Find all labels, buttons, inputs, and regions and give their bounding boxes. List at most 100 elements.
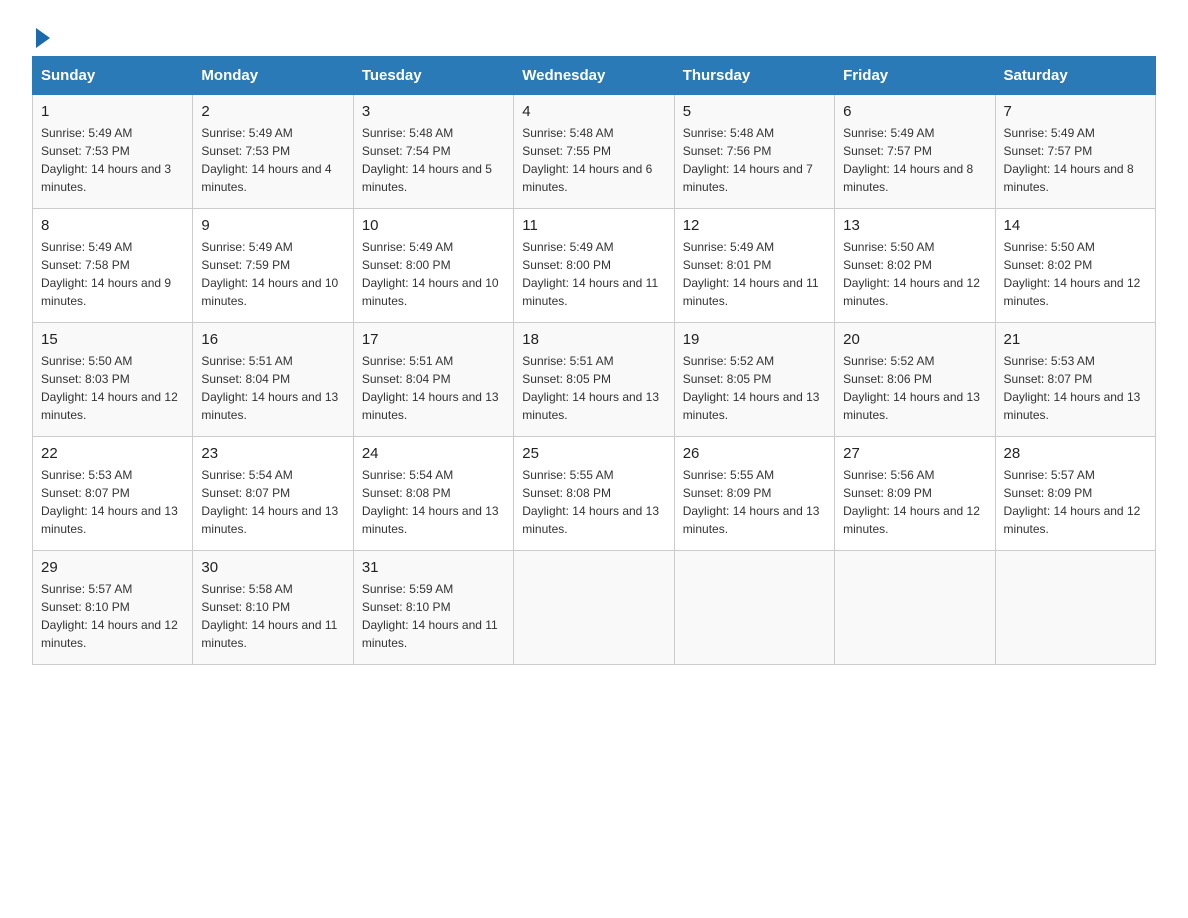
- day-number: 6: [843, 103, 986, 120]
- page-header: [32, 24, 1156, 44]
- calendar-cell: 21 Sunrise: 5:53 AMSunset: 8:07 PMDayligh…: [995, 323, 1155, 437]
- calendar-cell: 23Sunrise: 5:54 AMSunset: 8:07 PMDayligh…: [193, 437, 353, 551]
- week-row-2: 8 Sunrise: 5:49 AMSunset: 7:58 PMDaylight…: [33, 209, 1156, 323]
- day-info: Sunrise: 5:50 AMSunset: 8:02 PMDaylight:…: [1004, 238, 1147, 310]
- day-number: 19: [683, 331, 826, 348]
- day-info: Sunrise: 5:49 AMSunset: 7:58 PMDaylight:…: [41, 238, 184, 310]
- week-row-4: 22 Sunrise: 5:53 AMSunset: 8:07 PMDayligh…: [33, 437, 1156, 551]
- calendar-cell: 25 Sunrise: 5:55 AMSunset: 8:08 PMDayligh…: [514, 437, 674, 551]
- week-row-3: 15 Sunrise: 5:50 AMSunset: 8:03 PMDayligh…: [33, 323, 1156, 437]
- day-info: Sunrise: 5:55 AMSunset: 8:08 PMDaylight:…: [522, 466, 665, 538]
- day-info: Sunrise: 5:49 AMSunset: 7:57 PMDaylight:…: [843, 124, 986, 196]
- calendar-cell: 2 Sunrise: 5:49 AMSunset: 7:53 PMDaylight…: [193, 95, 353, 209]
- calendar-cell: 4Sunrise: 5:48 AMSunset: 7:55 PMDaylight…: [514, 95, 674, 209]
- day-number: 31: [362, 559, 505, 576]
- calendar-cell: 28 Sunrise: 5:57 AMSunset: 8:09 PMDayligh…: [995, 437, 1155, 551]
- day-number: 13: [843, 217, 986, 234]
- day-number: 16: [201, 331, 344, 348]
- calendar-cell: 20 Sunrise: 5:52 AMSunset: 8:06 PMDayligh…: [835, 323, 995, 437]
- day-number: 11: [522, 217, 665, 234]
- day-info: Sunrise: 5:52 AMSunset: 8:05 PMDaylight:…: [683, 352, 826, 424]
- header-friday: Friday: [835, 57, 995, 95]
- calendar-cell: 3 Sunrise: 5:48 AMSunset: 7:54 PMDaylight…: [353, 95, 513, 209]
- calendar-cell: 7 Sunrise: 5:49 AMSunset: 7:57 PMDaylight…: [995, 95, 1155, 209]
- day-number: 20: [843, 331, 986, 348]
- calendar-cell: 10Sunrise: 5:49 AMSunset: 8:00 PMDayligh…: [353, 209, 513, 323]
- calendar-table: SundayMondayTuesdayWednesdayThursdayFrid…: [32, 56, 1156, 665]
- calendar-cell: 17Sunrise: 5:51 AMSunset: 8:04 PMDayligh…: [353, 323, 513, 437]
- day-number: 14: [1004, 217, 1147, 234]
- calendar-cell: 30 Sunrise: 5:58 AMSunset: 8:10 PMDayligh…: [193, 551, 353, 665]
- day-info: Sunrise: 5:52 AMSunset: 8:06 PMDaylight:…: [843, 352, 986, 424]
- day-info: Sunrise: 5:53 AMSunset: 8:07 PMDaylight:…: [1004, 352, 1147, 424]
- day-info: Sunrise: 5:58 AMSunset: 8:10 PMDaylight:…: [201, 580, 344, 652]
- day-info: Sunrise: 5:54 AMSunset: 8:08 PMDaylight:…: [362, 466, 505, 538]
- day-number: 23: [201, 445, 344, 462]
- calendar-cell: 1 Sunrise: 5:49 AMSunset: 7:53 PMDaylight…: [33, 95, 193, 209]
- day-number: 18: [522, 331, 665, 348]
- day-info: Sunrise: 5:51 AMSunset: 8:04 PMDaylight:…: [362, 352, 505, 424]
- calendar-cell: 22 Sunrise: 5:53 AMSunset: 8:07 PMDayligh…: [33, 437, 193, 551]
- day-number: 5: [683, 103, 826, 120]
- day-number: 7: [1004, 103, 1147, 120]
- calendar-cell: [835, 551, 995, 665]
- day-number: 9: [201, 217, 344, 234]
- day-number: 12: [683, 217, 826, 234]
- calendar-cell: 5 Sunrise: 5:48 AMSunset: 7:56 PMDaylight…: [674, 95, 834, 209]
- day-number: 24: [362, 445, 505, 462]
- day-info: Sunrise: 5:48 AMSunset: 7:54 PMDaylight:…: [362, 124, 505, 196]
- day-info: Sunrise: 5:50 AMSunset: 8:03 PMDaylight:…: [41, 352, 184, 424]
- day-number: 25: [522, 445, 665, 462]
- day-info: Sunrise: 5:49 AMSunset: 7:57 PMDaylight:…: [1004, 124, 1147, 196]
- calendar-cell: 26 Sunrise: 5:55 AMSunset: 8:09 PMDayligh…: [674, 437, 834, 551]
- day-info: Sunrise: 5:57 AMSunset: 8:10 PMDaylight:…: [41, 580, 184, 652]
- day-info: Sunrise: 5:55 AMSunset: 8:09 PMDaylight:…: [683, 466, 826, 538]
- day-info: Sunrise: 5:53 AMSunset: 8:07 PMDaylight:…: [41, 466, 184, 538]
- header-wednesday: Wednesday: [514, 57, 674, 95]
- day-number: 2: [201, 103, 344, 120]
- day-number: 28: [1004, 445, 1147, 462]
- day-info: Sunrise: 5:49 AMSunset: 7:53 PMDaylight:…: [201, 124, 344, 196]
- calendar-cell: 13Sunrise: 5:50 AMSunset: 8:02 PMDayligh…: [835, 209, 995, 323]
- calendar-cell: 31 Sunrise: 5:59 AMSunset: 8:10 PMDayligh…: [353, 551, 513, 665]
- day-info: Sunrise: 5:59 AMSunset: 8:10 PMDaylight:…: [362, 580, 505, 652]
- day-number: 8: [41, 217, 184, 234]
- header-thursday: Thursday: [674, 57, 834, 95]
- header-row: SundayMondayTuesdayWednesdayThursdayFrid…: [33, 57, 1156, 95]
- day-number: 21: [1004, 331, 1147, 348]
- day-number: 22: [41, 445, 184, 462]
- calendar-cell: [995, 551, 1155, 665]
- header-tuesday: Tuesday: [353, 57, 513, 95]
- calendar-cell: 6 Sunrise: 5:49 AMSunset: 7:57 PMDaylight…: [835, 95, 995, 209]
- day-info: Sunrise: 5:51 AMSunset: 8:04 PMDaylight:…: [201, 352, 344, 424]
- calendar-cell: 12 Sunrise: 5:49 AMSunset: 8:01 PMDayligh…: [674, 209, 834, 323]
- day-info: Sunrise: 5:57 AMSunset: 8:09 PMDaylight:…: [1004, 466, 1147, 538]
- day-number: 15: [41, 331, 184, 348]
- day-info: Sunrise: 5:49 AMSunset: 7:59 PMDaylight:…: [201, 238, 344, 310]
- day-number: 26: [683, 445, 826, 462]
- calendar-cell: 16 Sunrise: 5:51 AMSunset: 8:04 PMDayligh…: [193, 323, 353, 437]
- day-info: Sunrise: 5:51 AMSunset: 8:05 PMDaylight:…: [522, 352, 665, 424]
- calendar-cell: 14 Sunrise: 5:50 AMSunset: 8:02 PMDayligh…: [995, 209, 1155, 323]
- header-saturday: Saturday: [995, 57, 1155, 95]
- header-monday: Monday: [193, 57, 353, 95]
- header-sunday: Sunday: [33, 57, 193, 95]
- week-row-1: 1 Sunrise: 5:49 AMSunset: 7:53 PMDaylight…: [33, 95, 1156, 209]
- day-info: Sunrise: 5:49 AMSunset: 7:53 PMDaylight:…: [41, 124, 184, 196]
- day-info: Sunrise: 5:48 AMSunset: 7:56 PMDaylight:…: [683, 124, 826, 196]
- logo: [32, 24, 50, 44]
- day-number: 3: [362, 103, 505, 120]
- day-info: Sunrise: 5:49 AMSunset: 8:00 PMDaylight:…: [522, 238, 665, 310]
- calendar-cell: 18 Sunrise: 5:51 AMSunset: 8:05 PMDayligh…: [514, 323, 674, 437]
- day-number: 27: [843, 445, 986, 462]
- calendar-cell: [514, 551, 674, 665]
- day-info: Sunrise: 5:56 AMSunset: 8:09 PMDaylight:…: [843, 466, 986, 538]
- calendar-cell: 24 Sunrise: 5:54 AMSunset: 8:08 PMDayligh…: [353, 437, 513, 551]
- calendar-cell: [674, 551, 834, 665]
- day-info: Sunrise: 5:48 AMSunset: 7:55 PMDaylight:…: [522, 124, 665, 196]
- day-number: 30: [201, 559, 344, 576]
- calendar-cell: 19 Sunrise: 5:52 AMSunset: 8:05 PMDayligh…: [674, 323, 834, 437]
- day-info: Sunrise: 5:49 AMSunset: 8:01 PMDaylight:…: [683, 238, 826, 310]
- day-number: 1: [41, 103, 184, 120]
- calendar-cell: 11 Sunrise: 5:49 AMSunset: 8:00 PMDayligh…: [514, 209, 674, 323]
